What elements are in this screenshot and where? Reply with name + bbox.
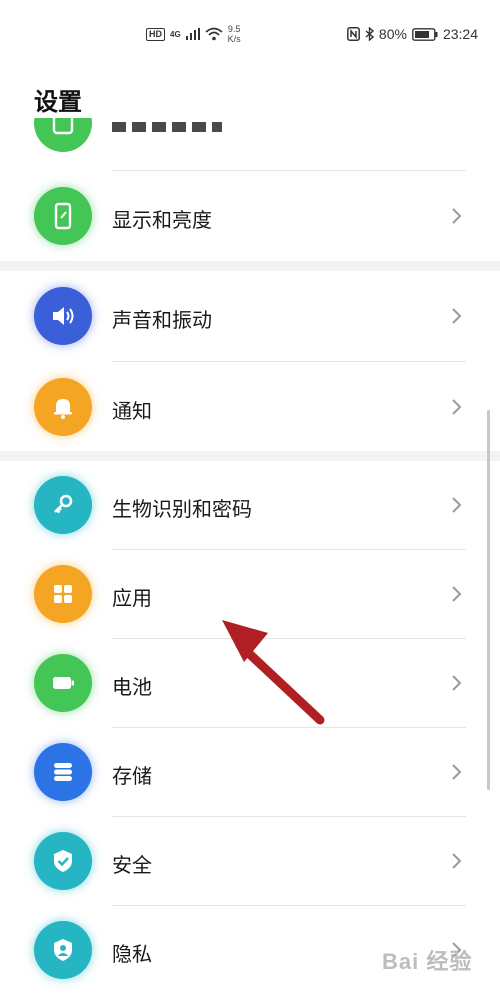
settings-item-sound[interactable]: 声音和振动 [0,271,500,361]
phone-display-icon [34,187,92,245]
chevron-right-icon [452,497,462,513]
status-bar: HD 4G 9.5 K/s 80% 23:24 [0,0,500,62]
apps-grid-icon [34,565,92,623]
tablet-icon [34,118,92,152]
settings-label: 显示和亮度 [112,208,212,232]
bell-icon [34,378,92,436]
page-title: 设置 [34,88,82,116]
battery-icon [34,654,92,712]
section-gap [0,261,500,271]
chevron-right-icon [452,586,462,602]
status-left: HD 4G 9.5 K/s [146,24,241,44]
watermark: Bai 经验 [382,949,473,974]
settings-item-display[interactable]: 显示和亮度 [0,171,500,261]
signal-icon [185,28,200,40]
settings-item-security[interactable]: 安全 [0,817,500,905]
chevron-right-icon [452,308,462,324]
key-icon [34,476,92,534]
chevron-right-icon [452,853,462,869]
battery-percent: 80% [378,26,407,42]
settings-label: 生物识别和密码 [112,497,252,521]
section-gap [0,451,500,461]
nfc-icon [346,27,360,41]
storage-icon [34,743,92,801]
wifi-icon [205,27,223,41]
shield-check-icon [34,832,92,890]
settings-label: 存储 [112,764,152,788]
settings-item-battery[interactable]: 电池 [0,639,500,727]
settings-label: 安全 [112,853,152,877]
scrollbar[interactable] [487,410,490,790]
status-right: 80% 23:24 [346,26,478,42]
settings-item-storage[interactable]: 存储 [0,728,500,816]
chevron-right-icon [452,675,462,691]
settings-label: 电池 [112,675,152,699]
chevron-right-icon [452,764,462,780]
partial-label-fragment [112,122,222,134]
battery-status-icon [412,27,438,41]
chevron-right-icon [452,208,462,224]
settings-item-biometrics[interactable]: 生物识别和密码 [0,461,500,549]
bluetooth-icon [365,27,374,41]
settings-label: 通知 [112,399,152,423]
settings-label: 应用 [112,586,152,610]
chevron-right-icon [452,399,462,415]
hd-badge: HD [146,27,165,41]
speaker-icon [34,287,92,345]
clock: 23:24 [442,26,478,42]
privacy-shield-icon [34,921,92,979]
settings-label: 声音和振动 [112,308,212,332]
settings-label: 隐私 [112,942,152,966]
settings-item-notifications[interactable]: 通知 [0,362,500,452]
settings-item-partial[interactable] [0,118,500,170]
network-type: 4G [170,29,181,39]
network-speed: 9.5 K/s [227,24,241,44]
settings-item-apps[interactable]: 应用 [0,550,500,638]
